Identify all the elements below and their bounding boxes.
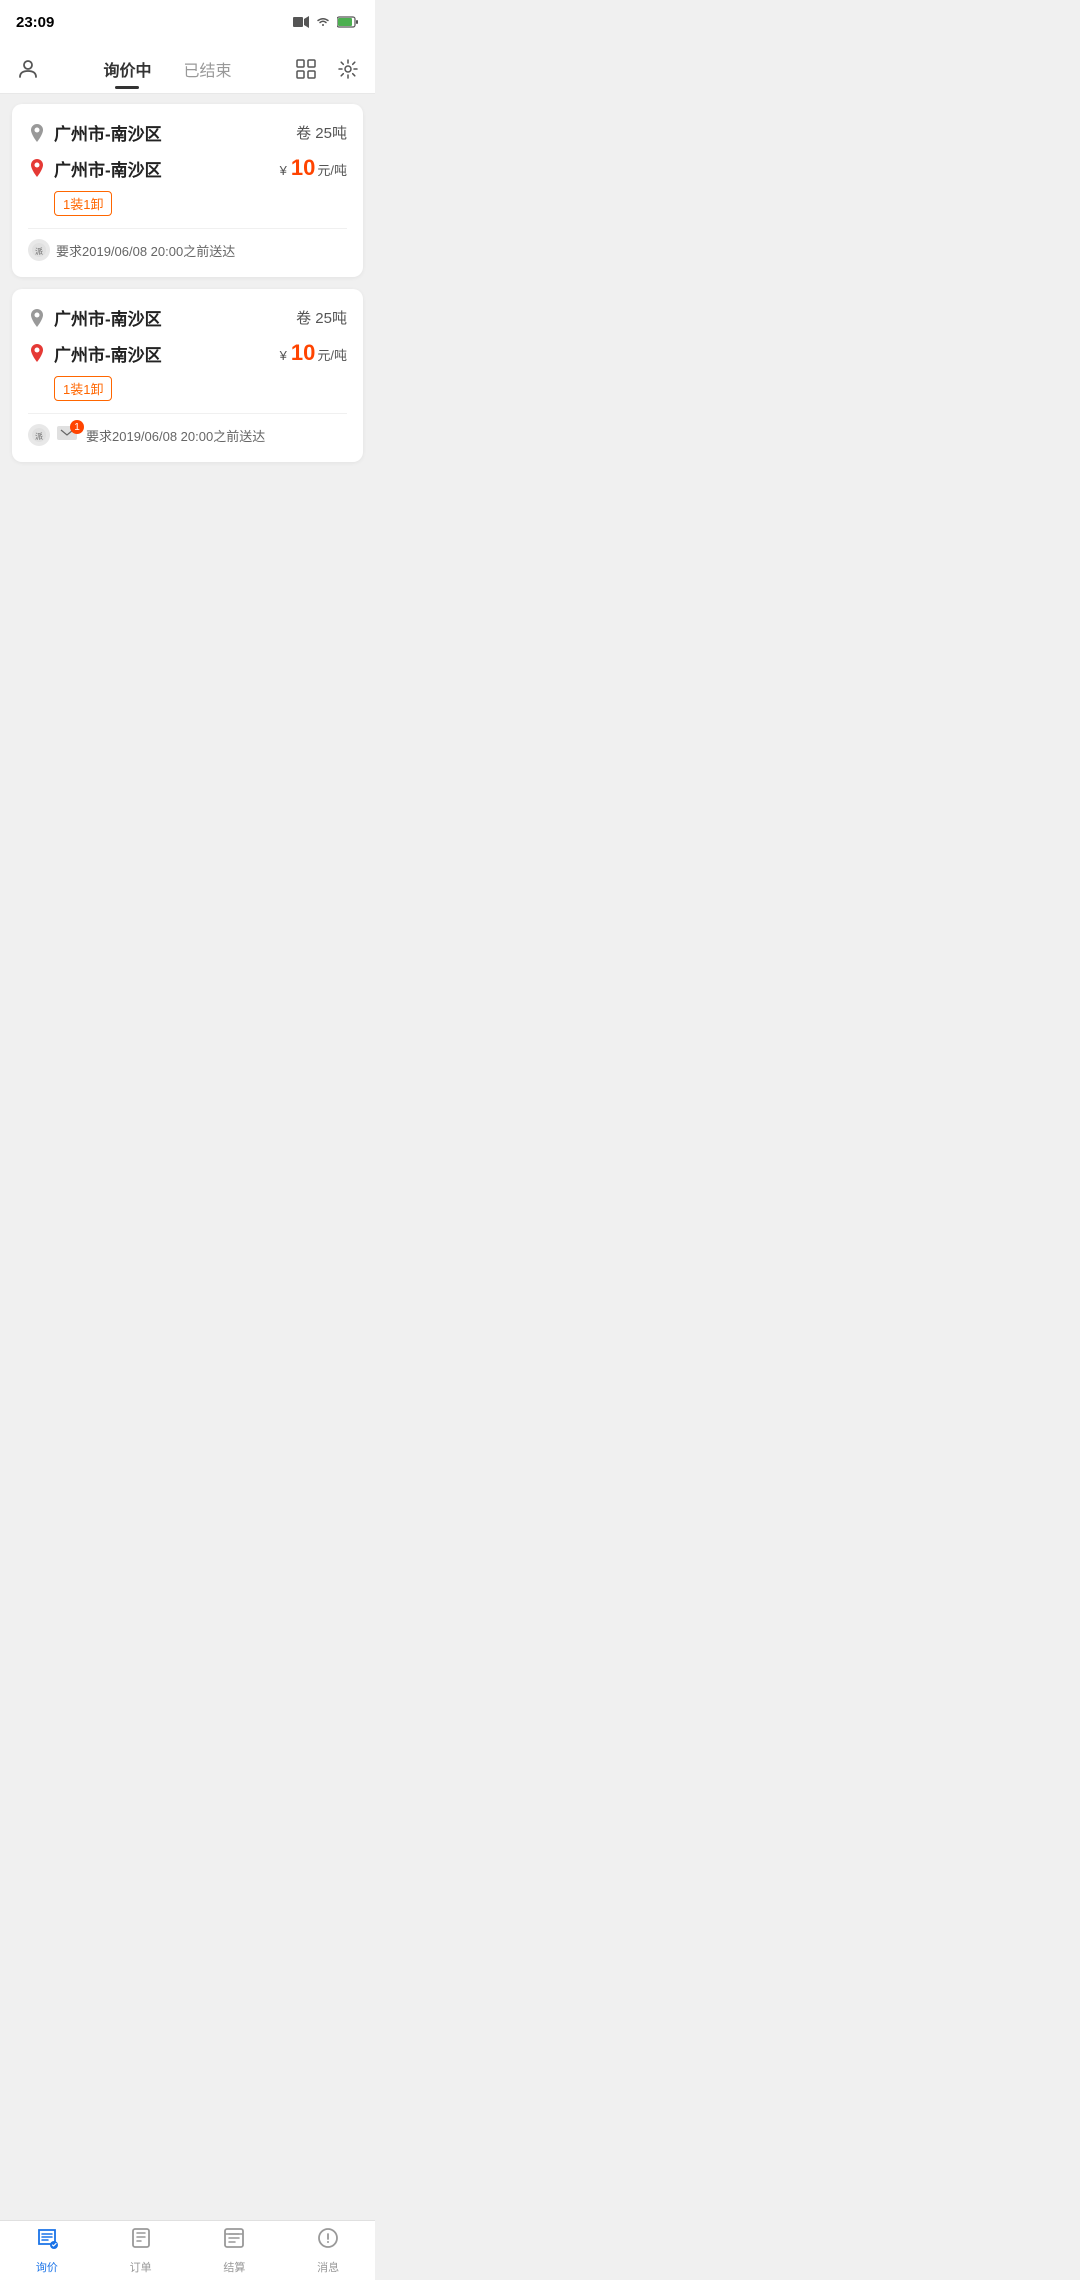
wifi-icon	[315, 15, 331, 29]
svg-text:派: 派	[35, 432, 43, 441]
price-amount-2: 10	[291, 340, 315, 366]
top-nav: 询价中 已结束	[0, 44, 375, 94]
to-row-1: 广州市-南沙区 ¥ 10 元/吨	[28, 155, 347, 181]
orders-tab-icon	[129, 2226, 153, 2256]
billing-tab-label: 结算	[223, 2259, 245, 2275]
to-city-2: 广州市-南沙区	[54, 341, 162, 366]
messages-tab-icon	[316, 2226, 340, 2256]
load-unload-tag-2: 1装1卸	[54, 376, 112, 401]
from-info-2: 卷 25吨	[296, 307, 347, 328]
response-badge-2: 1	[56, 425, 78, 445]
orders-tab-label: 订单	[130, 2259, 152, 2275]
battery-icon	[337, 16, 359, 28]
price-unit-2: 元/吨	[317, 345, 347, 364]
response-count-badge-2: 1	[70, 420, 84, 434]
load-unload-tag-1: 1装1卸	[54, 191, 112, 216]
settings-icon-btn[interactable]	[333, 54, 363, 84]
from-row-2: 广州市-南沙区 卷 25吨	[28, 305, 347, 330]
to-city-1: 广州市-南沙区	[54, 156, 162, 181]
from-info-1: 卷 25吨	[296, 122, 347, 143]
nav-tabs: 询价中 已结束	[44, 53, 291, 85]
to-location-2: 广州市-南沙区	[28, 341, 162, 366]
deadline-row-1: 派 要求2019/06/08 20:00之前送达	[28, 228, 347, 261]
inquiry-tab-label: 询价	[36, 2259, 58, 2275]
from-location-1: 广州市-南沙区	[28, 120, 162, 145]
deadline-row-2: 派 1 要求2019/06/08 20:00之前送达	[28, 413, 347, 446]
bottom-tab-billing[interactable]: 结算	[188, 2226, 282, 2275]
tag-row-2: 1装1卸	[54, 376, 347, 401]
bottom-tab-inquiry[interactable]: 询价	[0, 2226, 94, 2275]
from-row-1: 广州市-南沙区 卷 25吨	[28, 120, 347, 145]
to-location-1: 广州市-南沙区	[28, 156, 162, 181]
user-profile-icon[interactable]	[12, 53, 44, 85]
deadline-text-2: 要求2019/06/08 20:00之前送达	[86, 426, 265, 445]
to-row-2: 广州市-南沙区 ¥ 10 元/吨	[28, 340, 347, 366]
price-unit-1: 元/吨	[317, 160, 347, 179]
nav-right-icons	[291, 54, 363, 84]
billing-tab-icon	[222, 2226, 246, 2256]
dispatch-icon-1: 派	[28, 239, 50, 261]
bottom-tab-messages[interactable]: 消息	[281, 2226, 375, 2275]
tag-row-1: 1装1卸	[54, 191, 347, 216]
price-symbol-1: ¥	[280, 163, 287, 178]
status-icons	[293, 15, 359, 29]
inquiry-list: 广州市-南沙区 卷 25吨 广州市-南沙区 ¥ 10 元/吨 1装1	[0, 94, 375, 554]
from-location-icon-1	[28, 124, 46, 142]
price-symbol-2: ¥	[280, 348, 287, 363]
bottom-nav: 询价 订单 结算 消息	[0, 2220, 375, 2280]
bottom-tab-orders[interactable]: 订单	[94, 2226, 188, 2275]
messages-tab-label: 消息	[317, 2259, 339, 2275]
price-row-2: ¥ 10 元/吨	[280, 340, 347, 366]
from-city-2: 广州市-南沙区	[54, 305, 162, 330]
to-location-icon-2	[28, 344, 46, 362]
to-location-icon-1	[28, 159, 46, 177]
status-time: 23:09	[16, 14, 54, 31]
dispatch-icon-2: 派	[28, 424, 50, 446]
deadline-text-1: 要求2019/06/08 20:00之前送达	[56, 241, 235, 260]
video-icon	[293, 15, 309, 29]
price-row-1: ¥ 10 元/吨	[280, 155, 347, 181]
tab-ended-inquiry[interactable]: 已结束	[184, 53, 232, 85]
svg-text:派: 派	[35, 247, 43, 256]
price-amount-1: 10	[291, 155, 315, 181]
grid-icon-btn[interactable]	[291, 54, 321, 84]
from-city-1: 广州市-南沙区	[54, 120, 162, 145]
tab-active-inquiry[interactable]: 询价中	[103, 53, 151, 85]
status-bar: 23:09	[0, 0, 375, 44]
inquiry-tab-icon	[35, 2226, 59, 2256]
from-location-icon-2	[28, 309, 46, 327]
inquiry-card-2[interactable]: 广州市-南沙区 卷 25吨 广州市-南沙区 ¥ 10 元/吨 1装1	[12, 289, 363, 462]
inquiry-card-1[interactable]: 广州市-南沙区 卷 25吨 广州市-南沙区 ¥ 10 元/吨 1装1	[12, 104, 363, 277]
from-location-2: 广州市-南沙区	[28, 305, 162, 330]
